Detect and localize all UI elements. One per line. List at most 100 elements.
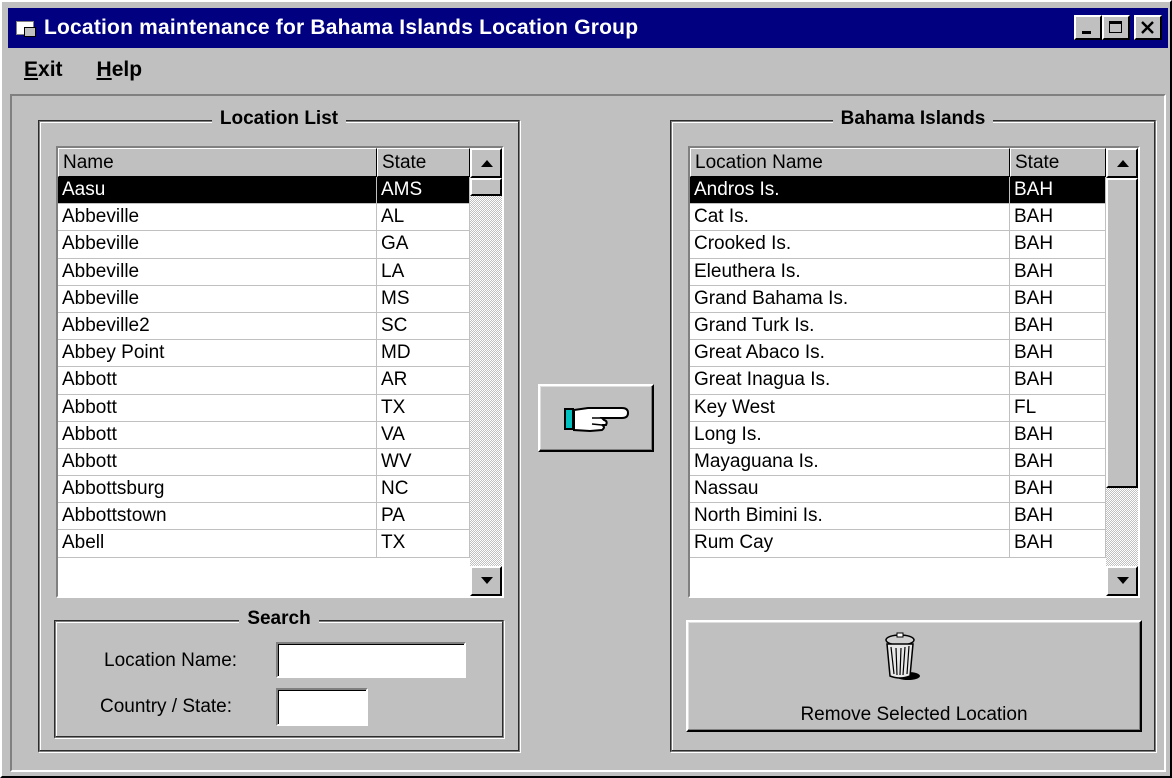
location-list-title: Location List (211, 108, 347, 129)
location-list-scrollbar[interactable] (470, 148, 502, 596)
list-item[interactable]: Grand Turk Is. BAH (690, 312, 1138, 341)
cell-name: Abbottsburg (58, 476, 377, 504)
cell-state: AL (377, 204, 470, 232)
country-state-input[interactable] (276, 688, 368, 726)
list-item[interactable]: Abbeville GA (58, 231, 502, 259)
scroll-thumb[interactable] (1106, 178, 1138, 488)
scroll-down-button[interactable] (1106, 566, 1138, 596)
menu-help-mnemonic: H (96, 58, 112, 81)
cell-name: North Bimini Is. (690, 503, 1010, 531)
group-location-list-scrollbar[interactable] (1106, 148, 1138, 596)
cell-state: BAH (1010, 367, 1106, 395)
list-item[interactable]: Key West FL (690, 394, 1138, 422)
main-window: Location maintenance for Bahama Islands … (0, 0, 1172, 778)
scroll-thumb[interactable] (470, 178, 502, 196)
location-list-group: Location List Name State Aasu AMS Abbevill… (38, 108, 520, 752)
list-item[interactable]: Cat Is. BAH (690, 204, 1138, 232)
cell-state: BAH (1010, 421, 1106, 449)
cell-state: BAH (1010, 285, 1106, 313)
menu-bar: Exit Help (8, 52, 160, 88)
cell-state: BAH (1010, 177, 1106, 205)
window-title: Location maintenance for Bahama Islands … (44, 16, 639, 39)
maximize-button[interactable] (1102, 15, 1130, 40)
list-item[interactable]: Abbeville LA (58, 258, 502, 286)
list-item[interactable]: Abbottsburg NC (58, 476, 502, 504)
arrow-up-icon (481, 160, 493, 167)
title-bar[interactable]: Location maintenance for Bahama Islands … (8, 8, 1168, 48)
cell-name: Great Abaco Is. (690, 340, 1010, 368)
list-item[interactable]: Nassau BAH (690, 476, 1138, 504)
cell-state: MD (377, 340, 470, 368)
list-item[interactable]: Andros Is. BAH (690, 177, 1138, 205)
cell-state: NC (377, 476, 470, 504)
cell-name: Mayaguana Is. (690, 448, 1010, 477)
cell-state: PA (377, 503, 470, 531)
location-list[interactable]: Name State Aasu AMS Abbeville AL Abbeville GA… (56, 146, 504, 598)
arrow-down-icon (481, 577, 493, 584)
cell-state: GA (377, 231, 470, 259)
cell-state: BAH (1010, 204, 1106, 232)
cell-name: Aasu (58, 177, 377, 205)
remove-selected-location-button[interactable]: Remove Selected Location (686, 620, 1142, 732)
list-item[interactable]: Eleuthera Is. BAH (690, 258, 1138, 286)
cell-name: Abbott (58, 394, 377, 422)
list-item[interactable]: Abbeville2 SC (58, 312, 502, 341)
list-item[interactable]: Abbott TX (58, 394, 502, 422)
scroll-up-button[interactable] (1106, 148, 1138, 178)
cell-name: Grand Bahama Is. (690, 285, 1010, 313)
column-header-state[interactable]: State (377, 148, 470, 177)
search-group: Search Location Name: Country / State: (54, 608, 504, 738)
cell-state: WV (377, 448, 470, 477)
cell-state: FL (1010, 394, 1106, 422)
list-item[interactable]: Grand Bahama Is. BAH (690, 285, 1138, 313)
cell-name: Andros Is. (690, 177, 1010, 205)
list-item[interactable]: Abbeville AL (58, 204, 502, 232)
list-item[interactable]: Abbott WV (58, 448, 502, 477)
search-title: Search (239, 608, 319, 629)
cell-name: Nassau (690, 476, 1010, 504)
cell-state: LA (377, 258, 470, 286)
list-item[interactable]: Crooked Is. BAH (690, 231, 1138, 259)
list-item[interactable]: Great Abaco Is. BAH (690, 340, 1138, 368)
column-header-name[interactable]: Name (58, 148, 377, 177)
list-item[interactable]: North Bimini Is. BAH (690, 503, 1138, 531)
list-item[interactable]: Abbey Point MD (58, 340, 502, 368)
group-location-list[interactable]: Location Name State Andros Is. BAH Cat Is.… (688, 146, 1140, 598)
group-location-list-header: Location Name State (690, 148, 1106, 177)
close-icon (1141, 21, 1154, 34)
cell-name: Abbeville (58, 258, 377, 286)
column-header-state[interactable]: State (1010, 148, 1106, 177)
close-button[interactable] (1134, 15, 1162, 40)
add-location-button[interactable] (538, 384, 654, 452)
minimize-icon (1082, 31, 1091, 34)
menu-exit-mnemonic: E (24, 58, 39, 81)
cell-state: VA (377, 421, 470, 449)
cell-name: Abbeville (58, 285, 377, 313)
list-item[interactable]: Long Is. BAH (690, 421, 1138, 449)
cell-state: AMS (377, 177, 470, 205)
menu-exit[interactable]: Exit (24, 58, 63, 82)
list-item[interactable]: Abell TX (58, 530, 502, 558)
cell-name: Long Is. (690, 421, 1010, 449)
list-item[interactable]: Aasu AMS (58, 177, 502, 205)
list-item[interactable]: Abbeville MS (58, 285, 502, 313)
minimize-button[interactable] (1074, 15, 1102, 40)
list-item[interactable]: Abbott VA (58, 421, 502, 449)
menu-help[interactable]: Help (97, 58, 143, 82)
list-item[interactable]: Rum Cay BAH (690, 530, 1138, 558)
scroll-down-button[interactable] (470, 566, 502, 596)
column-header-location-name[interactable]: Location Name (690, 148, 1010, 177)
list-item[interactable]: Abbott AR (58, 367, 502, 395)
location-name-input[interactable] (276, 642, 466, 678)
list-item[interactable]: Mayaguana Is. BAH (690, 448, 1138, 477)
cell-state: SC (377, 312, 470, 341)
app-icon[interactable] (16, 19, 38, 37)
list-item[interactable]: Abbottstown PA (58, 503, 502, 531)
group-location-list-rows: Andros Is. BAH Cat Is. BAH Crooked Is. BAH Ele… (690, 177, 1138, 558)
location-name-label: Location Name: (104, 650, 238, 671)
list-item[interactable]: Great Inagua Is. BAH (690, 367, 1138, 395)
pointing-hand-icon (564, 407, 630, 433)
cell-state: MS (377, 285, 470, 313)
scroll-up-button[interactable] (470, 148, 502, 178)
cell-state: BAH (1010, 340, 1106, 368)
